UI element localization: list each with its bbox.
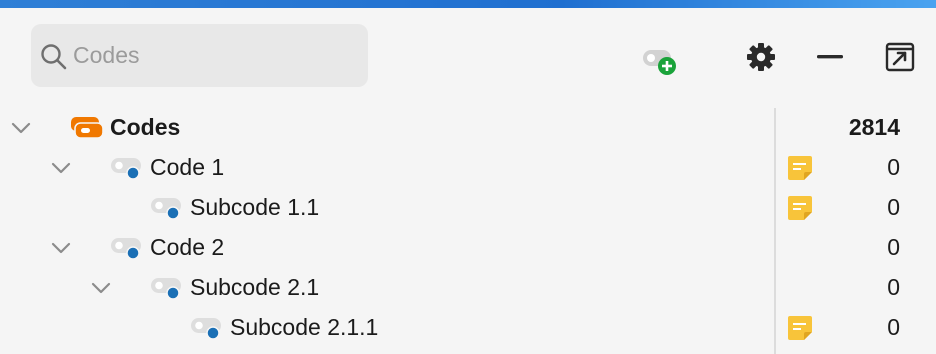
code-count: 0	[887, 194, 900, 220]
tree-label-subcode-1-1: Subcode 1.1	[190, 194, 320, 220]
code-count: 0	[887, 274, 900, 300]
code-count: 0	[887, 234, 900, 260]
undock-icon[interactable]	[884, 41, 916, 73]
code-count: 0	[887, 154, 900, 180]
tree-row-root[interactable]: Codes 2814	[0, 108, 936, 148]
tree-label-code-1: Code 1	[150, 154, 225, 180]
chevron-down-icon[interactable]	[50, 238, 72, 258]
code-icon	[151, 198, 181, 220]
new-code-icon[interactable]	[640, 43, 680, 77]
code-icon	[111, 158, 141, 180]
memo-icon[interactable]	[786, 314, 814, 342]
chevron-down-icon[interactable]	[10, 118, 32, 138]
code-count: 0	[887, 314, 900, 340]
code-icon	[111, 238, 141, 260]
chevron-down-icon[interactable]	[50, 158, 72, 178]
gear-icon[interactable]	[745, 41, 777, 73]
tree-row-code-1[interactable]: Code 1 0	[0, 148, 936, 188]
tree-label-root: Codes	[110, 114, 181, 140]
code-icon	[191, 318, 221, 340]
memo-icon[interactable]	[786, 194, 814, 222]
tree-label-subcode-2-1-1: Subcode 2.1.1	[230, 314, 379, 340]
code-icon	[151, 278, 181, 300]
tree-label-code-2: Code 2	[150, 234, 225, 260]
code-count-root: 2814	[848, 114, 900, 140]
code-group-icon	[71, 117, 104, 139]
tree-label-subcode-2-1: Subcode 2.1	[190, 274, 320, 300]
search-field[interactable]: Codes	[31, 24, 368, 87]
tree-row-subcode-2-1[interactable]: Subcode 2.1 0	[0, 268, 936, 308]
chevron-down-icon[interactable]	[90, 278, 112, 298]
memo-icon[interactable]	[786, 154, 814, 182]
tree-row-subcode-1-1[interactable]: Subcode 1.1 0	[0, 188, 936, 228]
search-placeholder: Codes	[73, 42, 140, 68]
tree-row-code-2[interactable]: Code 2 0	[0, 228, 936, 268]
search-icon	[41, 44, 67, 70]
window-accent-bar	[0, 0, 936, 8]
minimize-icon[interactable]	[816, 52, 844, 62]
toolbar: Codes	[0, 8, 936, 103]
tree-row-subcode-2-1-1[interactable]: Subcode 2.1.1 0	[0, 308, 936, 348]
